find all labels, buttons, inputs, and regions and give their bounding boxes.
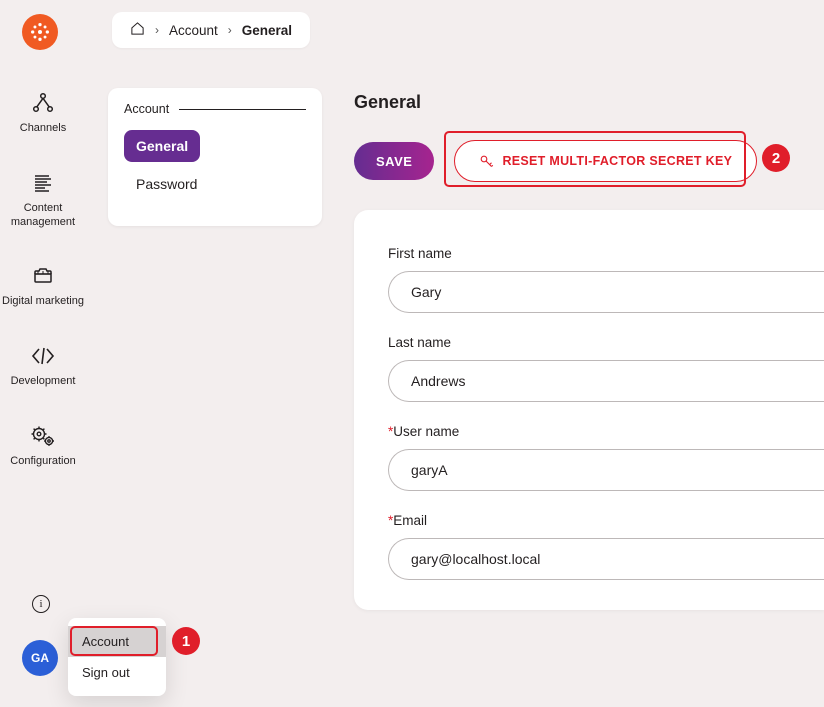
reset-mfa-button[interactable]: RESET MULTI-FACTOR SECRET KEY (454, 140, 757, 182)
digital-marketing-icon (30, 263, 56, 289)
content-icon (30, 170, 56, 196)
breadcrumb-account[interactable]: Account (169, 23, 218, 38)
nav-channels[interactable]: Channels (0, 90, 86, 136)
nav-digital-label: Digital marketing (2, 295, 84, 309)
last-name-input[interactable] (388, 360, 824, 402)
home-icon[interactable] (130, 21, 145, 39)
reset-mfa-label: RESET MULTI-FACTOR SECRET KEY (502, 154, 732, 168)
left-nav: Channels Content management Digital mark… (0, 90, 86, 469)
submenu-password[interactable]: Password (124, 168, 209, 200)
annotation-badge-1: 1 (172, 627, 200, 655)
account-submenu: Account General Password (108, 88, 322, 226)
user-avatar[interactable]: GA (22, 640, 58, 676)
nav-channels-label: Channels (20, 122, 66, 136)
last-name-label: Last name (388, 335, 824, 350)
nav-development[interactable]: Development (0, 343, 86, 389)
first-name-input[interactable] (388, 271, 824, 313)
email-label: *Email (388, 513, 824, 528)
first-name-label: First name (388, 246, 824, 261)
user-menu-signout[interactable]: Sign out (68, 657, 166, 688)
info-icon[interactable]: i (32, 595, 50, 613)
key-icon (479, 154, 494, 169)
submenu-title: Account (124, 102, 169, 116)
nav-content-management[interactable]: Content management (0, 170, 86, 230)
action-row: SAVE RESET MULTI-FACTOR SECRET KEY (354, 140, 757, 182)
development-icon (30, 343, 56, 369)
username-label: *User name (388, 424, 824, 439)
submenu-divider (179, 109, 306, 110)
channels-icon (30, 90, 56, 116)
profile-form: First name Last name *User name *Email (354, 210, 824, 610)
chevron-right-icon: › (228, 23, 232, 37)
nav-development-label: Development (11, 375, 76, 389)
logo-icon (29, 21, 51, 43)
configuration-icon (30, 423, 56, 449)
save-button[interactable]: SAVE (354, 142, 434, 180)
annotation-badge-2: 2 (762, 144, 790, 172)
chevron-right-icon: › (155, 23, 159, 37)
email-input[interactable] (388, 538, 824, 580)
user-menu-account[interactable]: Account (68, 626, 166, 657)
username-input[interactable] (388, 449, 824, 491)
nav-digital-marketing[interactable]: Digital marketing (0, 263, 86, 309)
app-logo[interactable] (22, 14, 58, 50)
nav-configuration-label: Configuration (10, 455, 75, 469)
nav-content-label: Content management (0, 202, 86, 230)
submenu-general[interactable]: General (124, 130, 200, 162)
breadcrumb-general: General (242, 23, 292, 38)
page-title: General (354, 92, 421, 113)
breadcrumb: › Account › General (112, 12, 310, 48)
nav-configuration[interactable]: Configuration (0, 423, 86, 469)
user-menu-popup: Account Sign out (68, 618, 166, 696)
